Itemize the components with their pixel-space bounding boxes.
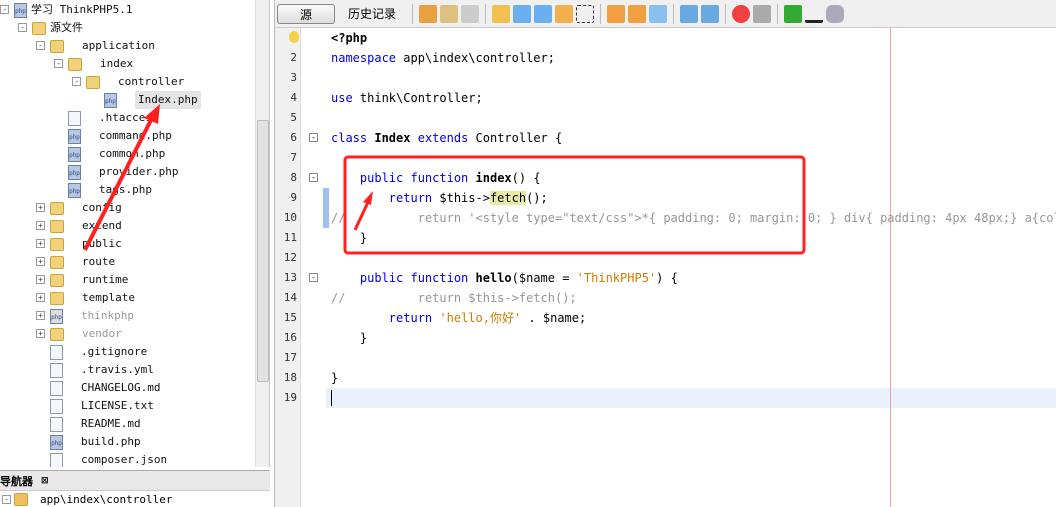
annotation-arrow <box>83 117 154 251</box>
arrow-head <box>144 104 160 124</box>
highlight-box <box>343 155 806 255</box>
annotation-overlay <box>83 104 806 255</box>
arrow-head <box>363 191 373 205</box>
annotation-arrow-small <box>353 199 371 231</box>
